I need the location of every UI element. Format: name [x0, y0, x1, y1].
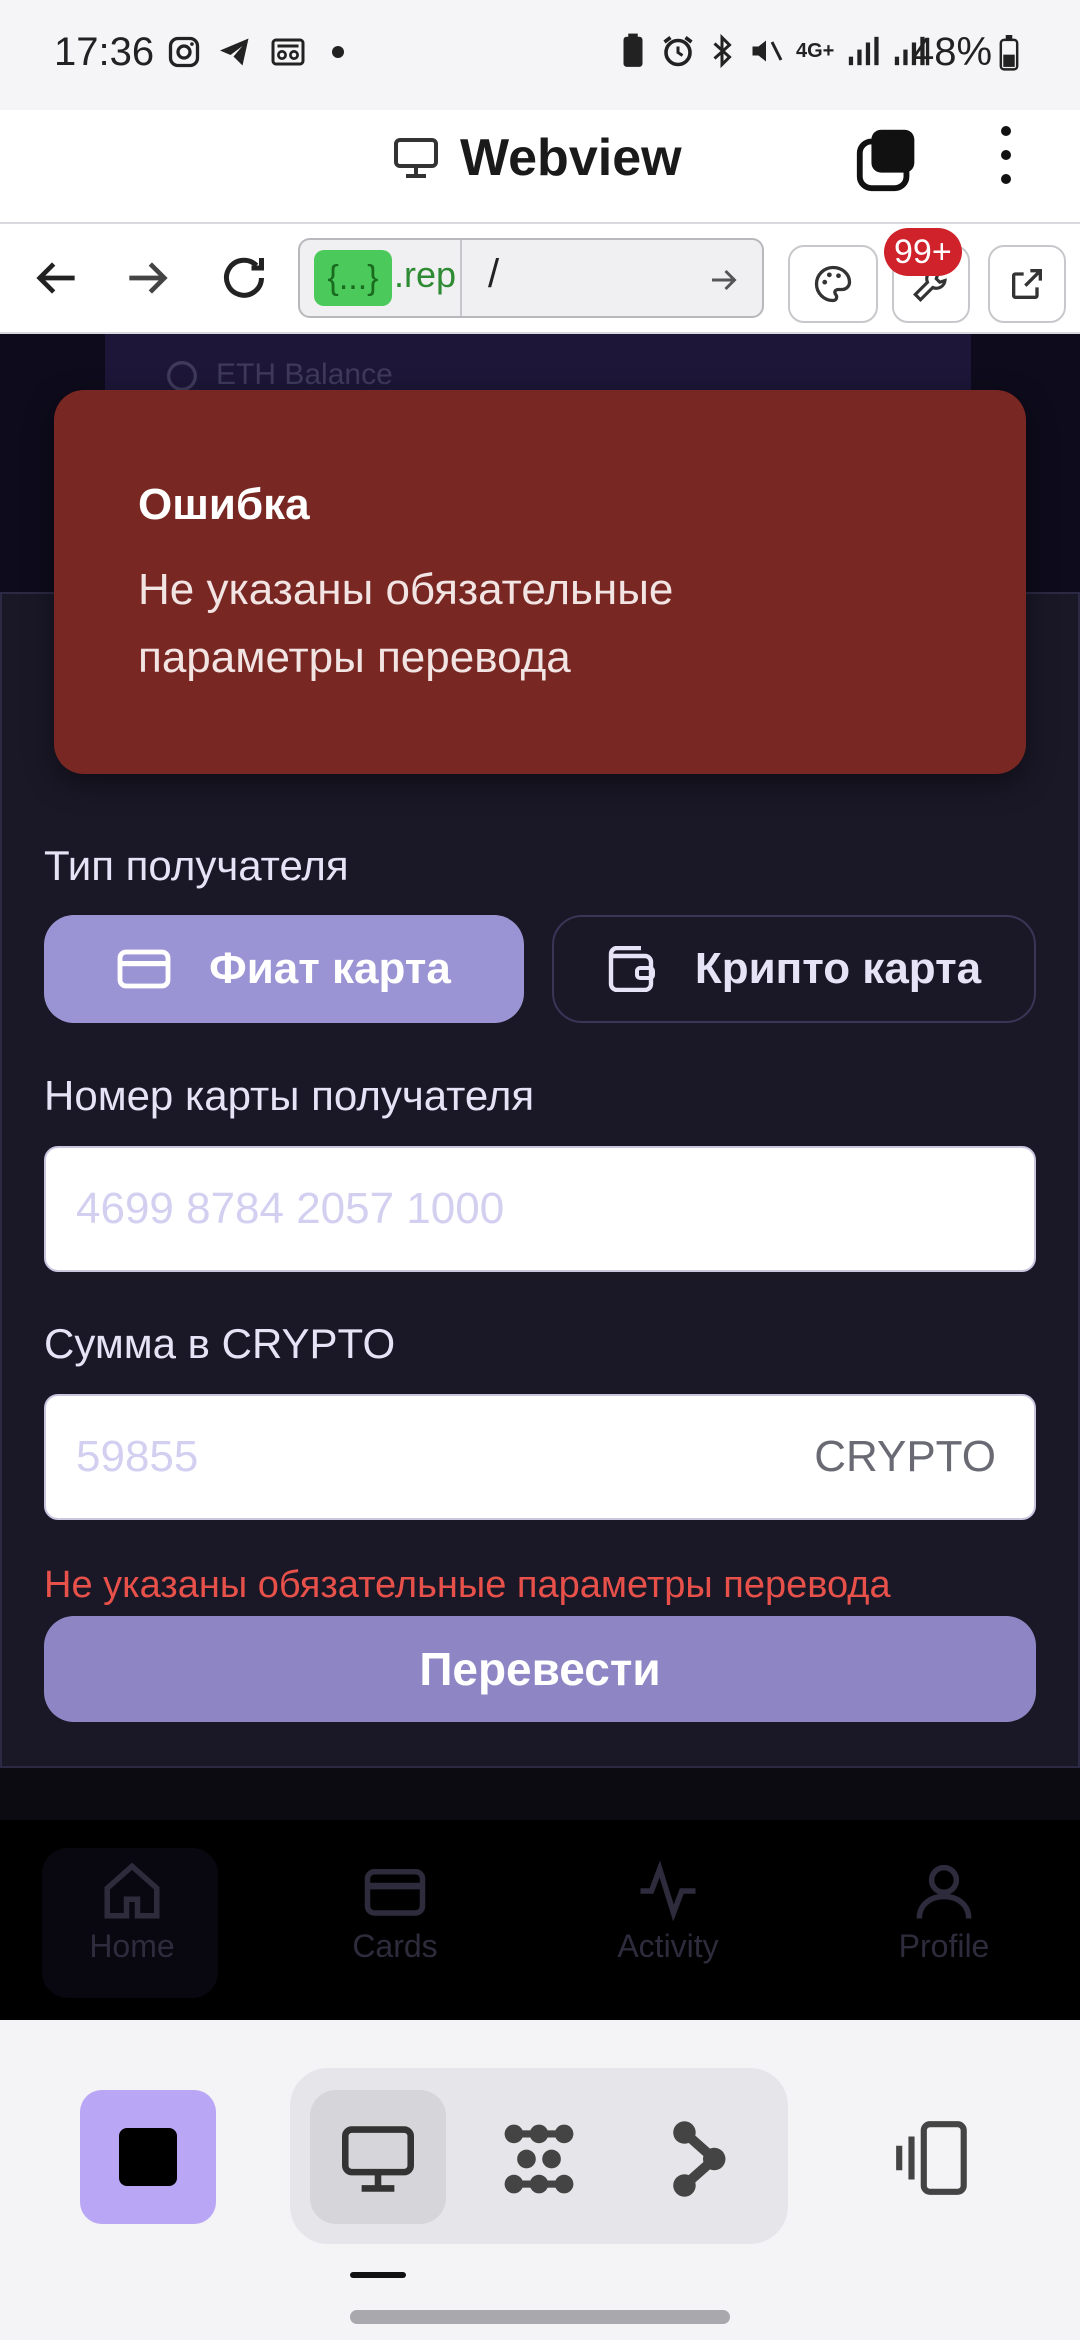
fiat-card-label: Фиат карта: [209, 944, 451, 993]
error-toast[interactable]: Ошибка Не указаны обязательные параметры…: [54, 390, 1026, 774]
user-icon: [916, 1864, 972, 1919]
monitor-icon: [394, 138, 438, 178]
transfer-submit-button[interactable]: Перевести: [44, 1616, 1036, 1722]
wallet-icon: [608, 946, 655, 992]
toast-title: Ошибка: [138, 480, 310, 529]
card-number-input[interactable]: 4699 8784 2057 1000: [44, 1146, 1036, 1272]
card-number-label: Номер карты получателя: [44, 1072, 535, 1119]
reload-icon: [224, 257, 264, 298]
monitor-icon: [342, 2126, 414, 2192]
nav-item-cards[interactable]: Cards: [305, 1860, 485, 1965]
card-icon: [364, 1869, 426, 1916]
stop-icon: [119, 2128, 177, 2186]
back-button[interactable]: [28, 250, 84, 306]
eth-balance-label: ETH Balance: [216, 358, 393, 391]
graph-mode-button[interactable]: [656, 2114, 746, 2204]
nav-item-home[interactable]: Home: [42, 1860, 222, 1965]
forward-button[interactable]: [120, 250, 176, 306]
nav-item-profile[interactable]: Profile: [854, 1860, 1034, 1965]
components-mode-button[interactable]: [494, 2114, 584, 2204]
dots-grid-icon: [504, 2124, 574, 2194]
amount-currency-suffix: CRYPTO: [814, 1432, 996, 1481]
overflow-menu-button[interactable]: [986, 120, 1026, 196]
url-path: /: [488, 252, 500, 296]
mute-icon: [752, 40, 783, 62]
instagram-icon: [168, 36, 200, 68]
devtools-count-badge: 99+: [884, 228, 962, 276]
phone-frame-icon: [896, 2121, 967, 2195]
network-4g-icon: 4G+: [796, 39, 835, 62]
external-link-icon: [1012, 269, 1042, 299]
crypto-card-label: Крипто карта: [694, 944, 982, 993]
incognito-icon: [271, 38, 305, 66]
tabs-icon: [856, 129, 915, 192]
nav-activity-label: Activity: [617, 1928, 719, 1964]
tabs-switcher-button[interactable]: [852, 124, 922, 194]
signal-icon: [849, 36, 879, 66]
telegram-icon: [220, 38, 249, 66]
theme-button[interactable]: [788, 245, 878, 323]
device-frame-button[interactable]: [890, 2118, 976, 2198]
url-host-pill: {...}: [314, 250, 392, 306]
home-icon: [104, 1862, 160, 1919]
alarm-icon: [663, 36, 693, 67]
nav-home-label: Home: [89, 1928, 175, 1964]
open-external-button[interactable]: [988, 245, 1066, 323]
amount-placeholder: 59855: [76, 1432, 199, 1481]
nav-item-activity[interactable]: Activity: [578, 1860, 758, 1965]
go-arrow-icon[interactable]: [706, 262, 742, 298]
recipient-type-label: Тип получателя: [44, 842, 349, 889]
url-bar[interactable]: {...} .rep /: [298, 238, 764, 318]
more-vertical-icon: [1001, 126, 1011, 184]
credit-card-icon: [117, 949, 171, 989]
battery-indicator: 48%: [912, 30, 1020, 75]
battery-saver-icon: [623, 33, 643, 67]
system-home-bar[interactable]: [350, 2310, 730, 2324]
webview-mode-button[interactable]: [333, 2114, 423, 2204]
arrow-left-icon: [36, 262, 75, 294]
app-title-group: Webview: [392, 128, 682, 188]
crypto-card-option[interactable]: Крипто карта: [552, 915, 1036, 1023]
battery-icon: [999, 34, 1019, 71]
arrow-right-icon: [129, 262, 168, 294]
battery-percent: 48%: [912, 30, 993, 74]
url-host-fragment: .rep: [394, 254, 457, 295]
status-system-icons: 4G+: [618, 32, 926, 70]
url-divider: [460, 240, 462, 316]
fiat-card-option[interactable]: Фиат карта: [44, 915, 524, 1023]
activity-icon: [640, 1860, 696, 1922]
card-number-placeholder: 4699 8784 2057 1000: [76, 1184, 505, 1233]
nav-profile-label: Profile: [898, 1928, 990, 1964]
active-mode-indicator: [350, 2272, 406, 2278]
palette-icon: [814, 265, 852, 303]
reload-button[interactable]: [214, 248, 274, 308]
status-notification-icons: [166, 34, 344, 70]
bluetooth-icon: [713, 33, 732, 69]
form-error-message: Не указаны обязательные параметры перево…: [44, 1564, 891, 1606]
amount-label: Сумма в CRYPTO: [44, 1320, 396, 1367]
toast-message: Не указаны обязательные параметры перево…: [138, 565, 674, 682]
nav-cards-label: Cards: [352, 1928, 438, 1964]
app-title: Webview: [460, 129, 682, 187]
node-graph-icon: [673, 2121, 726, 2197]
amount-input[interactable]: 59855 CRYPTO: [44, 1394, 1036, 1520]
transfer-submit-label: Перевести: [419, 1643, 661, 1695]
notification-dot-icon: [332, 46, 344, 58]
stop-button[interactable]: [80, 2090, 216, 2224]
status-time: 17:36: [54, 30, 155, 74]
